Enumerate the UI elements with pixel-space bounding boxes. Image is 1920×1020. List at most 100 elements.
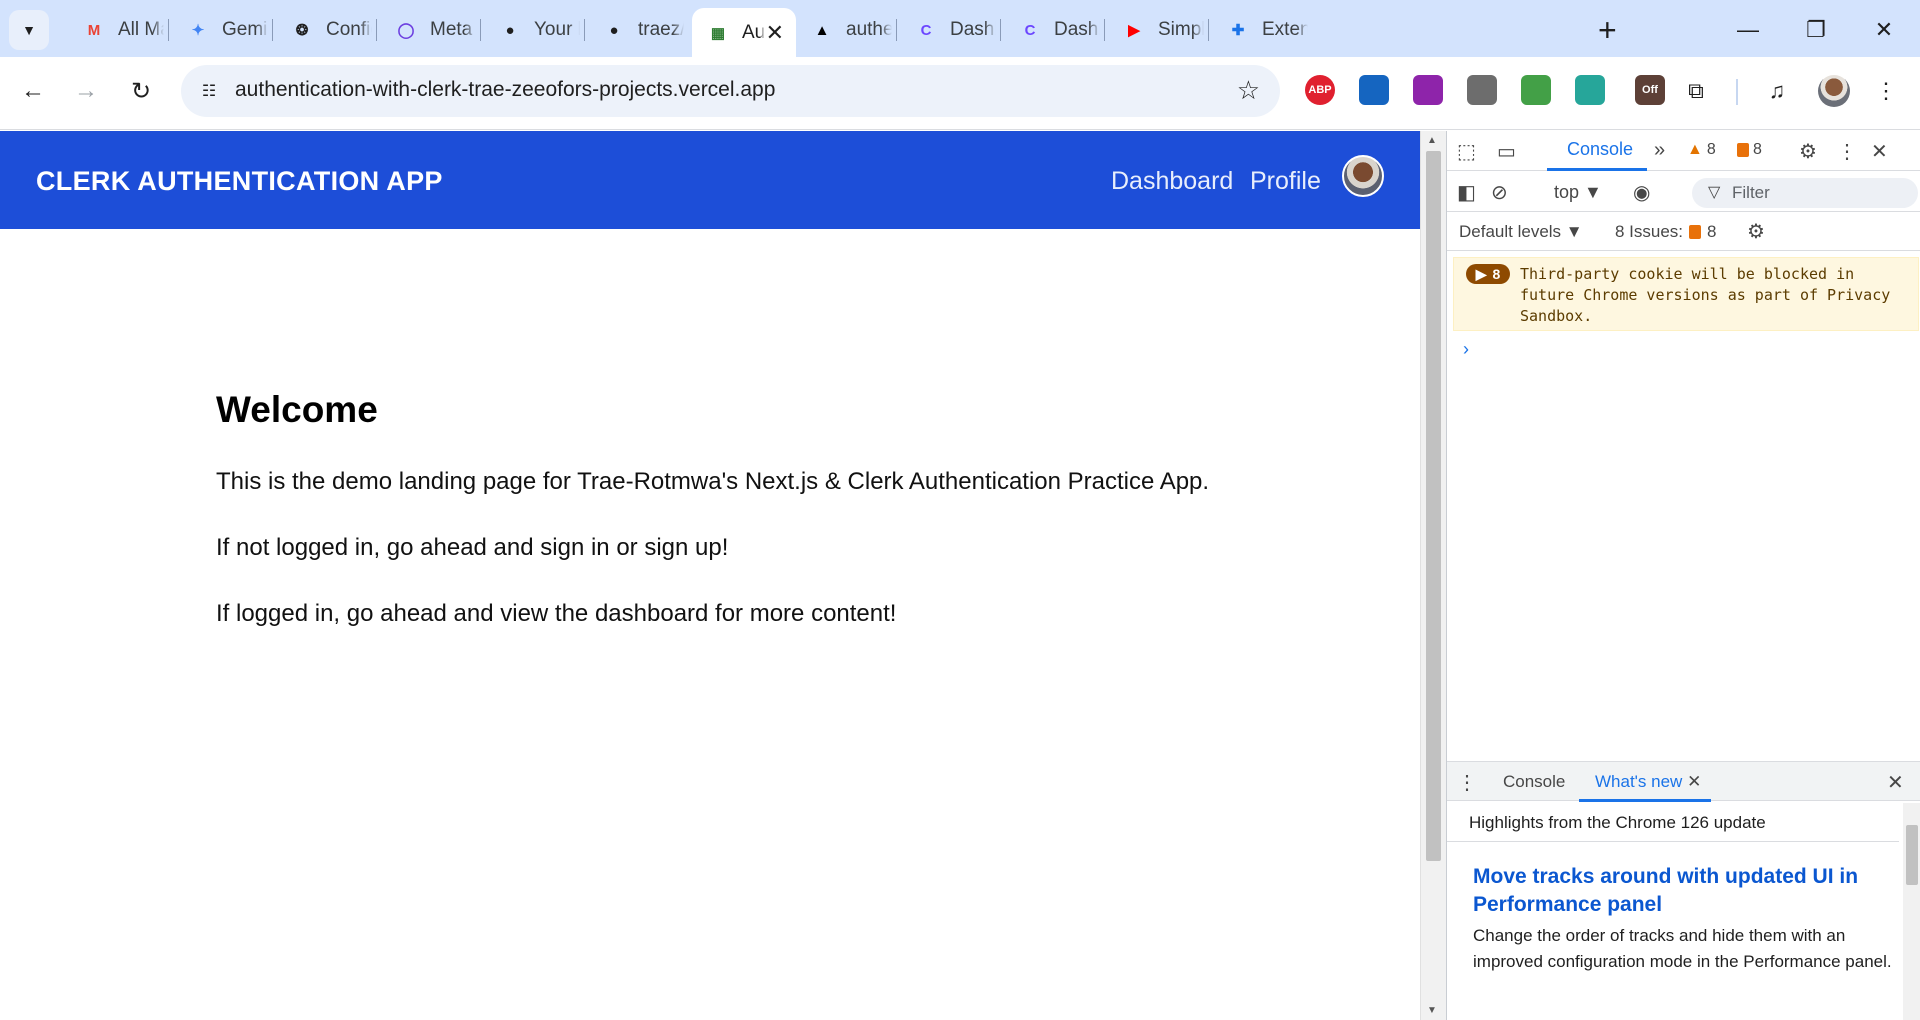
page-title: Welcome [216, 389, 378, 430]
tab-separator [376, 19, 377, 41]
close-devtools-icon[interactable]: ✕ [1871, 139, 1888, 164]
inspect-element-icon[interactable]: ⬚ [1457, 139, 1476, 164]
tab-title: Dashbo [950, 19, 996, 40]
app-header: CLERK AUTHENTICATION APP Dashboard Profi… [0, 131, 1420, 229]
gemini-icon: ✦ [191, 22, 205, 39]
clerk-icon: C [1024, 21, 1036, 39]
drawer-menu-icon[interactable]: ⋮ [1457, 770, 1477, 795]
issues-counter[interactable]: 8 [1737, 141, 1762, 159]
browser-menu-icon[interactable]: ⋮ [1866, 71, 1906, 111]
address-bar[interactable]: ☷ authentication-with-clerk-trae-zeeofor… [181, 65, 1280, 117]
devtools-menu-icon[interactable]: ⋮ [1837, 139, 1857, 164]
tab-8[interactable]: C Dashbo [900, 8, 996, 52]
bookmark-star-icon[interactable]: ☆ [1237, 75, 1260, 106]
scroll-thumb[interactable] [1426, 151, 1441, 861]
tab-5[interactable]: ● traez/a [588, 8, 684, 52]
adblock-plus-icon[interactable]: ABP [1305, 75, 1335, 105]
tab-0[interactable]: M All Mail [68, 8, 164, 52]
tab-title: Gemini [222, 19, 268, 40]
app-brand[interactable]: CLERK AUTHENTICATION APP [36, 166, 443, 197]
tab-4[interactable]: ● Your lis [484, 8, 580, 52]
filter-input[interactable]: ▽ Filter [1692, 178, 1918, 208]
devtools-panel: ⬚ ▭ Console » ▲ 8 8 ⚙ ⋮ ✕ ◧ ⊘ top ▼ ◉ ▽ … [1446, 131, 1920, 1020]
tab-title: Your lis [534, 19, 580, 40]
close-tab-icon[interactable]: ✕ [766, 20, 784, 46]
close-window-button[interactable]: ✕ [1854, 10, 1914, 50]
tab-9[interactable]: C Dashbo [1004, 8, 1100, 52]
nav-profile-link[interactable]: Profile [1250, 167, 1321, 196]
tab-console[interactable]: Console [1567, 139, 1633, 160]
browser-toolbar: ← → ↻ ☷ authentication-with-clerk-trae-z… [0, 57, 1920, 130]
puzzle-extensions-icon[interactable]: ⧉ [1676, 71, 1716, 111]
device-toolbar-icon[interactable]: ▭ [1497, 139, 1516, 164]
new-tab-button[interactable]: + [1598, 12, 1617, 48]
extension-green-icon[interactable] [1521, 75, 1551, 105]
forward-button[interactable]: → [66, 71, 106, 111]
back-button[interactable]: ← [13, 71, 53, 111]
log-levels-dropdown[interactable]: Default levels ▼ [1459, 222, 1583, 242]
settings-gear-icon[interactable]: ⚙ [1799, 139, 1817, 164]
console-warning-message[interactable]: ▶ 8 Third-party cookie will be blocked i… [1453, 257, 1919, 331]
tab-7[interactable]: ▲ authen [796, 8, 892, 52]
tab-strip: ▼ M All Mail ✦ Gemini ❂ Configu ◯ Meta AI ● Your … [0, 0, 1920, 57]
tab-2[interactable]: ❂ Configu [276, 8, 372, 52]
url-text[interactable]: authentication-with-clerk-trae-zeeofors-… [235, 78, 775, 102]
toolbar-divider [1736, 79, 1738, 105]
tab-search-button[interactable]: ▼ [9, 10, 49, 50]
whats-new-article-link[interactable]: Move tracks around with updated UI in Pe… [1473, 863, 1883, 919]
scroll-down-icon[interactable]: ▼ [1427, 1005, 1437, 1016]
warning-icon: ▲ [1687, 141, 1703, 158]
extension-circle-icon[interactable] [1413, 75, 1443, 105]
close-drawer-icon[interactable]: ✕ [1887, 770, 1904, 795]
tab-title: Dashbo [1054, 19, 1100, 40]
nav-dashboard-link[interactable]: Dashboard [1111, 167, 1233, 196]
tab-separator [1104, 19, 1105, 41]
issues-link[interactable]: 8 Issues: 8 [1615, 222, 1717, 242]
context-select[interactable]: top ▼ [1554, 182, 1602, 203]
page-scrollbar[interactable]: ▲ ▼ [1420, 131, 1446, 1020]
tab-title: authen [846, 19, 892, 40]
minimize-button[interactable]: — [1718, 10, 1778, 50]
issue-icon [1689, 225, 1702, 239]
tab-11[interactable]: ✚ Extensi [1212, 8, 1308, 52]
tab-separator [1000, 19, 1001, 41]
profile-avatar[interactable] [1818, 75, 1850, 107]
extension-blue-icon[interactable] [1359, 75, 1389, 105]
intro-paragraph: This is the demo landing page for Trae-R… [216, 468, 1210, 495]
extension-tool-icon[interactable] [1467, 75, 1497, 105]
live-expression-eye-icon[interactable]: ◉ [1633, 180, 1650, 205]
drawer-scroll-thumb[interactable] [1906, 825, 1918, 885]
message-count-badge[interactable]: ▶ 8 [1466, 264, 1510, 284]
tab-6[interactable]: ▦ Au ✕ [692, 8, 796, 57]
chevron-down-icon: ▼ [22, 22, 36, 38]
drawer-scrollbar[interactable] [1903, 803, 1920, 1020]
extension-off-icon[interactable]: Off [1635, 75, 1665, 105]
extension-ring-icon[interactable] [1575, 75, 1605, 105]
close-tab-icon[interactable]: ✕ [1687, 772, 1701, 791]
message-count: 8 [1492, 266, 1501, 282]
drawer-tab-console[interactable]: Console [1503, 772, 1565, 792]
user-avatar-button[interactable] [1342, 155, 1384, 197]
reload-button[interactable]: ↻ [121, 71, 161, 111]
tab-3[interactable]: ◯ Meta AI [380, 8, 476, 52]
tab-1[interactable]: ✦ Gemini [172, 8, 268, 52]
tab-10[interactable]: ▶ Simple [1108, 8, 1204, 52]
console-settings-gear-icon[interactable]: ⚙ [1747, 219, 1765, 244]
console-prompt[interactable]: › [1463, 339, 1469, 360]
arrow-right-icon: → [74, 77, 98, 104]
clear-console-icon[interactable]: ⊘ [1491, 180, 1508, 205]
tab-title: Au [742, 21, 766, 43]
scroll-up-icon[interactable]: ▲ [1427, 135, 1437, 146]
warnings-counter[interactable]: ▲ 8 [1687, 141, 1716, 159]
sidebar-toggle-icon[interactable]: ◧ [1457, 180, 1476, 205]
tab-separator [168, 19, 169, 41]
drawer-tab-whats-new[interactable]: What's new ✕ [1595, 772, 1701, 792]
site-info-icon[interactable]: ☷ [197, 79, 221, 103]
gmail-icon: M [87, 21, 101, 39]
reload-icon: ↻ [130, 77, 152, 105]
whats-new-label: What's new [1595, 772, 1683, 791]
more-tabs-icon[interactable]: » [1654, 139, 1665, 162]
restore-button[interactable]: ❐ [1786, 10, 1846, 50]
expand-triangle-icon: ▶ [1475, 265, 1487, 282]
media-control-icon[interactable]: ♫ [1757, 71, 1797, 111]
